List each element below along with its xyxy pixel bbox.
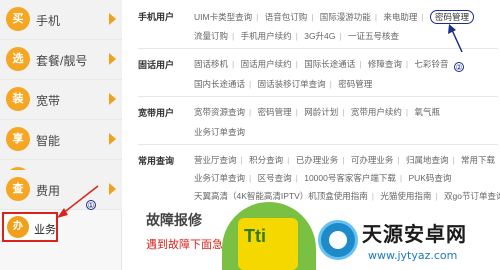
link-points-query[interactable]: 积分查询 — [245, 155, 287, 165]
link-10000-client[interactable]: 10000号客家客户端下载 — [300, 173, 400, 183]
chevron-right-icon — [109, 53, 116, 65]
link-roaming[interactable]: 国际漫游功能 — [316, 12, 375, 22]
category-title-landline: 固话用户 — [138, 60, 175, 70]
sidebar-item-smart[interactable]: 享 智能 — [0, 120, 122, 160]
link-voice-pack[interactable]: 语音包订购 — [261, 12, 312, 22]
link-row: 流量订购 | 手机用户续约 | 3G升4G | 一证五号核查 — [190, 30, 403, 42]
link-3g-to-4g[interactable]: 3G升4G — [300, 31, 339, 41]
link-downloads[interactable]: 常用下载 — [457, 155, 499, 165]
link-call-assistant[interactable]: 来电助理 — [379, 12, 421, 22]
link-uim-type[interactable]: UIM卡类型查询 — [190, 12, 256, 22]
sidebar-item-fees[interactable]: 查 费用 — [0, 170, 122, 210]
sidebar-item-label: 智能 — [36, 134, 61, 148]
link-broadband-renew[interactable]: 宽带用户续约 — [347, 107, 406, 117]
link-area-code[interactable]: 区号查询 — [254, 173, 296, 183]
link-location-query[interactable]: 归属地查询 — [402, 155, 453, 165]
promo-image-text: Tti — [244, 226, 266, 246]
sidebar-item-label: 业务 — [34, 224, 56, 236]
link-password-management[interactable]: 密码管理 — [426, 10, 478, 24]
sidebar: 买 手机 选 套餐/靓号 装 宽带 享 智能 充 话费 查 费用 办 业务 — [0, 0, 122, 270]
link-store-query[interactable]: 营业厅查询 — [190, 155, 241, 165]
link-available-business[interactable]: 可办理业务 — [347, 155, 398, 165]
annotation-marker-1: ① — [86, 200, 96, 210]
chevron-right-icon — [109, 183, 116, 195]
category-title-common: 常用查询 — [138, 156, 175, 166]
link-row: 业务订单查询 — [190, 126, 249, 138]
watermark: 天源安卓网 www.jytyaz.com — [318, 216, 500, 270]
category-title-broadband: 宽带用户 — [138, 108, 175, 118]
link-row: 营业厅查询 | 积分查询 | 已办理业务 | 可办理业务 | 归属地查询 | 常用下载 — [190, 154, 499, 166]
buy-icon: 买 — [6, 7, 30, 31]
link-modem-guide[interactable]: 光猫使用指南 — [376, 191, 435, 201]
link-row: 业务订单查询 | 区号查询 | 10000号客家客户端下载 | PUK码查询 — [190, 172, 455, 184]
link-data-order[interactable]: 流量订购 — [190, 31, 232, 41]
chevron-right-icon — [109, 13, 116, 25]
watermark-title: 天源安卓网 — [362, 224, 467, 246]
link-row: UIM卡类型查询 | 语音包订购 | 国际漫游功能 | 来电助理 | 密码管理 — [190, 10, 478, 24]
highlight-circle: 密码管理 — [430, 10, 475, 24]
link-double-go[interactable]: 双go节订单查询 — [440, 191, 500, 201]
link-row: 固话移机 | 固话用户续约 | 国际长途通话 | 修障查询 | 七彩铃音 — [190, 58, 452, 70]
enjoy-icon: 享 — [6, 127, 30, 151]
category-title-mobile: 手机用户 — [138, 12, 175, 22]
divider — [138, 96, 498, 97]
divider — [138, 144, 498, 145]
sidebar-item-label: 宽带 — [36, 94, 61, 108]
link-id-check[interactable]: 一证五号核查 — [344, 31, 403, 41]
link-broadband-order[interactable]: 业务订单查询 — [190, 127, 249, 137]
fault-repair-subtitle: 遇到故障下面急 — [146, 239, 223, 251]
link-row: 天翼高清（4K智能高清IPTV）机顶盒使用指南 | 光猫使用指南 | 双go节订单查… — [190, 190, 500, 202]
select-icon: 选 — [6, 47, 30, 71]
link-broadband-resource[interactable]: 宽带资源查询 — [190, 107, 249, 117]
sidebar-item-phone[interactable]: 买 手机 — [0, 0, 122, 40]
sidebar-item-plans[interactable]: 选 套餐/靓号 — [0, 40, 122, 80]
sidebar-item-business[interactable]: 办 业务 — [2, 212, 58, 242]
watermark-url: www.jytyaz.com — [368, 249, 458, 262]
fault-repair-title[interactable]: 故障报修 — [146, 210, 202, 230]
sidebar-item-label: 手机 — [36, 14, 61, 28]
link-oxygen[interactable]: 氧气瓶 — [410, 107, 444, 117]
chevron-right-icon — [109, 133, 116, 145]
chevron-right-icon — [109, 93, 116, 105]
install-icon: 装 — [6, 87, 30, 111]
link-landline-move[interactable]: 固话移机 — [190, 59, 232, 69]
link-landline-password[interactable]: 密码管理 — [334, 79, 376, 89]
link-done-business[interactable]: 已办理业务 — [292, 155, 343, 165]
handle-icon: 办 — [7, 216, 29, 238]
link-puk-query[interactable]: PUK码查询 — [404, 173, 455, 183]
link-order-query[interactable]: 业务订单查询 — [190, 173, 249, 183]
link-tenure-plan[interactable]: 网龄计划 — [300, 107, 342, 117]
link-ringtone[interactable]: 七彩铃音 — [410, 59, 452, 69]
link-landline-renew[interactable]: 固话用户续约 — [237, 59, 296, 69]
link-intl-call[interactable]: 国际长途通话 — [300, 59, 359, 69]
link-domestic-call[interactable]: 国内长途通话 — [190, 79, 249, 89]
link-broadband-password[interactable]: 密码管理 — [254, 107, 296, 117]
annotation-marker-2: ② — [454, 62, 464, 72]
query-icon: 查 — [6, 177, 30, 201]
link-landline-order[interactable]: 固话装移订单查询 — [254, 79, 330, 89]
link-row: 国内长途通话 | 固话装移订单查询 | 密码管理 — [190, 78, 376, 90]
sidebar-item-label: 套餐/靓号 — [36, 54, 88, 68]
link-row: 宽带资源查询 | 密码管理 | 网龄计划 | 宽带用户续约 | 氧气瓶 — [190, 106, 444, 118]
divider — [138, 48, 498, 49]
link-mobile-renew[interactable]: 手机用户续约 — [237, 31, 296, 41]
sidebar-item-broadband[interactable]: 装 宽带 — [0, 80, 122, 120]
sidebar-item-label: 费用 — [36, 184, 61, 198]
link-iptv-guide[interactable]: 天翼高清（4K智能高清IPTV）机顶盒使用指南 — [190, 191, 372, 201]
site-logo-icon — [318, 220, 358, 260]
link-repair-query[interactable]: 修障查询 — [364, 59, 406, 69]
